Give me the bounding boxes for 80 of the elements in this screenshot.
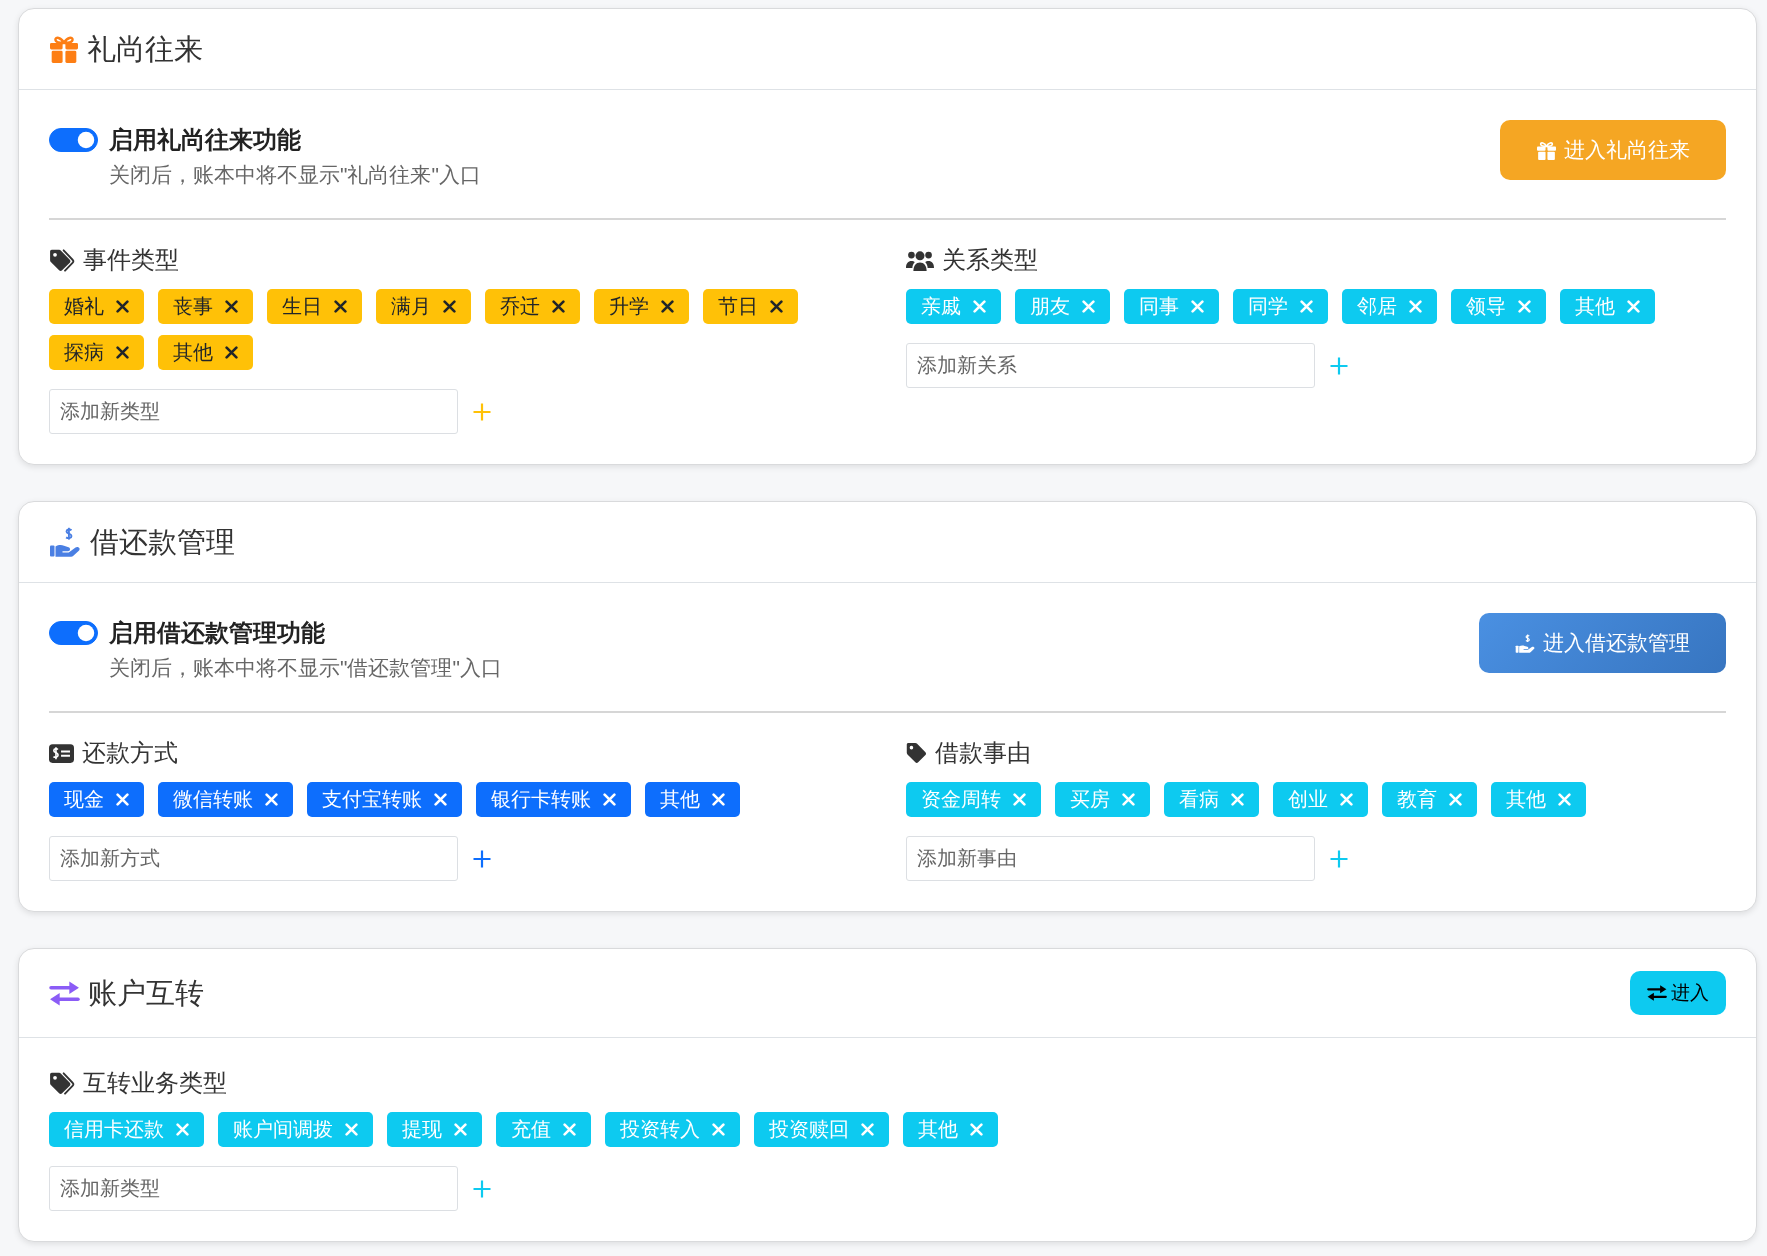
tag-text: 支付宝转账 [322, 787, 422, 812]
section-title: 借款事由 [934, 738, 1031, 768]
tag-text: 亲戚 [920, 294, 961, 319]
tag-text: 其他 [1505, 787, 1546, 812]
close-icon[interactable] [334, 300, 347, 313]
tag-text: 投资赎回 [769, 1117, 849, 1142]
section-title: 关系类型 [941, 245, 1038, 275]
enter-button[interactable]: 进入礼尚往来 [1500, 120, 1726, 180]
tag-text: 朋友 [1029, 294, 1070, 319]
tag-text: 邻居 [1356, 294, 1397, 319]
feature-description: 关闭后，账本中将不显示"借还款管理"入口 [109, 655, 502, 681]
tag-text: 同事 [1138, 294, 1179, 319]
close-icon[interactable] [225, 346, 238, 359]
close-icon[interactable] [225, 300, 238, 313]
close-icon[interactable] [443, 300, 456, 313]
hand-dollar-icon [49, 527, 82, 557]
tag-text: 其他 [1574, 294, 1615, 319]
plus-icon[interactable] [473, 849, 491, 868]
close-icon[interactable] [661, 300, 674, 313]
card-title: 借还款管理 [90, 524, 235, 560]
cash-card-icon [49, 743, 74, 763]
tag-text: 账户间调拨 [233, 1117, 333, 1142]
tag-text: 买房 [1069, 787, 1110, 812]
toggle-label: 启用礼尚往来功能 [109, 125, 302, 155]
tag-text: 其他 [918, 1117, 958, 1142]
swap-arrows-icon [1647, 984, 1667, 1002]
tag-text: 满月 [391, 294, 431, 319]
close-icon[interactable] [552, 300, 565, 313]
tags-icon [49, 248, 75, 272]
gift-icon [1536, 140, 1557, 160]
tag-text: 同学 [1247, 294, 1288, 319]
toggle-switch[interactable] [49, 621, 98, 645]
tag-text: 信用卡还款 [64, 1117, 164, 1142]
tag-text: 其他 [660, 787, 700, 812]
input-field[interactable]: 添加新类型 [49, 1166, 458, 1211]
input-field[interactable]: 添加新事由 [905, 836, 1315, 881]
tag-text: 资金周转 [920, 787, 1001, 812]
gift-icon [49, 35, 79, 63]
tag-text: 银行卡转账 [491, 787, 591, 812]
close-icon[interactable] [116, 300, 129, 313]
tag-text: 丧事 [173, 294, 213, 319]
tag-text: 乔迁 [500, 294, 540, 319]
close-icon[interactable] [116, 346, 129, 359]
section-title: 还款方式 [82, 738, 178, 768]
card-title: 礼尚往来 [87, 31, 203, 67]
swap-arrows-icon [49, 979, 80, 1007]
card-title: 账户互转 [88, 975, 204, 1011]
tag-text: 看病 [1178, 787, 1219, 812]
tag-text: 提现 [402, 1117, 442, 1142]
tag-text: 探病 [64, 340, 104, 365]
tag-text: 领导 [1465, 294, 1506, 319]
input-field[interactable]: 添加新方式 [49, 836, 458, 881]
toggle-switch[interactable] [49, 128, 98, 152]
users-icon [905, 249, 934, 271]
tag-text: 升学 [609, 294, 649, 319]
input-field[interactable]: 添加新关系 [905, 343, 1315, 388]
section-title: 事件类型 [83, 245, 179, 275]
input-field[interactable]: 添加新类型 [49, 389, 458, 434]
tag-text: 节日 [718, 294, 758, 319]
tag-text: 生日 [282, 294, 322, 319]
enter-button[interactable]: 进入 [1630, 971, 1726, 1015]
tag-text: 充值 [511, 1117, 551, 1142]
toggle-label: 启用借还款管理功能 [109, 618, 326, 648]
tag-icon [905, 742, 927, 764]
close-icon[interactable] [770, 300, 783, 313]
plus-icon[interactable] [1329, 356, 1348, 375]
section-title: 互转业务类型 [83, 1068, 227, 1098]
tag-text: 投资转入 [620, 1117, 700, 1142]
tag-text: 婚礼 [64, 294, 104, 319]
tag-text: 创业 [1287, 787, 1328, 812]
tag-text: 其他 [173, 340, 213, 365]
tags-icon [49, 1071, 75, 1095]
tag-text: 微信转账 [173, 787, 253, 812]
feature-description: 关闭后，账本中将不显示"礼尚往来"入口 [109, 162, 481, 188]
tag-text: 现金 [64, 787, 104, 812]
enter-button[interactable]: 进入借还款管理 [1479, 613, 1726, 673]
plus-icon[interactable] [473, 1179, 491, 1198]
plus-icon[interactable] [1329, 849, 1348, 868]
hand-dollar-icon [1515, 633, 1536, 653]
tag-text: 教育 [1396, 787, 1437, 812]
